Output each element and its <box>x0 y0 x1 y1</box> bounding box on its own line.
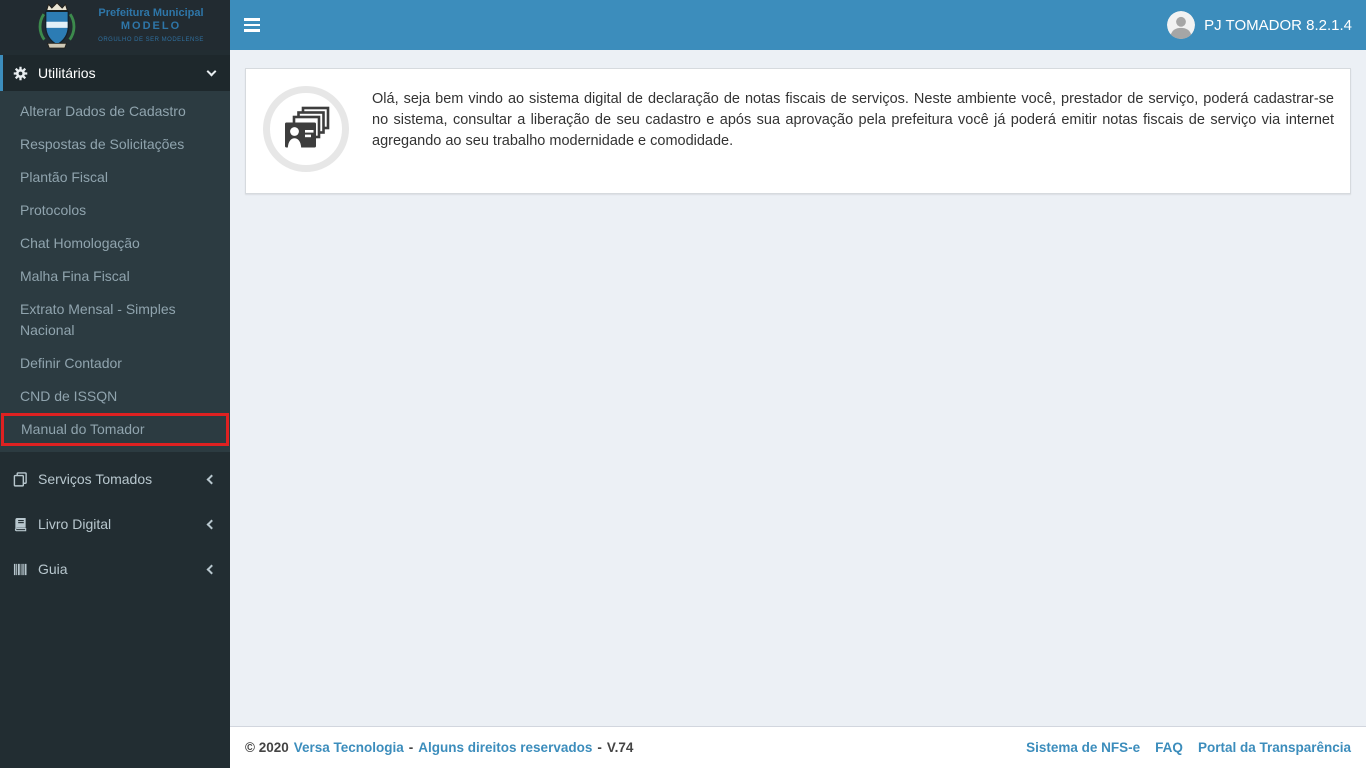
welcome-card: Olá, seja bem vindo ao sistema digital d… <box>245 68 1351 194</box>
sidebar-item-cnd-issqn[interactable]: CND de ISSQN <box>0 380 230 413</box>
utilitarios-submenu: Alterar Dados de Cadastro Respostas de S… <box>0 91 230 452</box>
sidebar-toggle-button[interactable] <box>230 0 275 50</box>
sidebar-item-extrato-mensal[interactable]: Extrato Mensal - Simples Nacional <box>0 293 230 347</box>
sidebar-item-manual-tomador[interactable]: Manual do Tomador <box>1 413 229 446</box>
welcome-text: Olá, seja bem vindo ao sistema digital d… <box>372 91 1334 149</box>
chevron-left-icon <box>206 564 217 574</box>
sidebar-item-plantao-fiscal[interactable]: Plantão Fiscal <box>0 161 230 194</box>
company-link[interactable]: Versa Tecnologia <box>294 740 404 755</box>
gear-icon <box>12 65 28 81</box>
sidebar: Prefeitura Municipal MODELO ORGULHO DE S… <box>0 0 230 768</box>
sidebar-item-respostas[interactable]: Respostas de Solicitações <box>0 128 230 161</box>
user-menu[interactable]: PJ TOMADOR 8.2.1.4 <box>1167 11 1352 39</box>
chevron-down-icon <box>206 66 217 76</box>
sidebar-item-chat-homologacao[interactable]: Chat Homologação <box>0 227 230 260</box>
main-content: Olá, seja bem vindo ao sistema digital d… <box>230 50 1366 726</box>
brand-text: Prefeitura Municipal MODELO ORGULHO DE S… <box>90 7 212 43</box>
sidebar-item-protocolos[interactable]: Protocolos <box>0 194 230 227</box>
avatar <box>1167 11 1196 39</box>
version-label: V.74 <box>606 740 634 755</box>
rights-link[interactable]: Alguns direitos reservados <box>418 740 592 755</box>
topbar: PJ TOMADOR 8.2.1.4 <box>230 0 1366 50</box>
chevron-left-icon <box>206 474 217 484</box>
brand-title: Prefeitura Municipal <box>98 7 204 19</box>
sidebar-menu: Utilitários Alterar Dados de Cadastro Re… <box>0 55 230 587</box>
hamburger-icon <box>244 18 260 21</box>
brand-subtitle: MODELO <box>120 20 182 32</box>
sidebar-item-alterar-dados[interactable]: Alterar Dados de Cadastro <box>0 95 230 128</box>
barcode-icon <box>12 561 28 577</box>
link-faq[interactable]: FAQ <box>1155 740 1183 755</box>
sidebar-section-servicos-tomados[interactable]: Serviços Tomados <box>0 461 230 497</box>
link-portal-transparencia[interactable]: Portal da Transparência <box>1198 740 1351 755</box>
copy-icon <box>12 471 28 487</box>
separator: - <box>408 740 414 755</box>
separator: - <box>597 740 602 755</box>
coat-of-arms-icon <box>38 1 76 48</box>
sidebar-item-malha-fina[interactable]: Malha Fina Fiscal <box>0 260 230 293</box>
footer-copyright: © 2020 Versa Tecnologia - Alguns direito… <box>245 740 633 755</box>
sidebar-section-label: Livro Digital <box>38 516 112 532</box>
book-icon <box>12 516 28 532</box>
sidebar-section-livro-digital[interactable]: Livro Digital <box>0 506 230 542</box>
sidebar-item-definir-contador[interactable]: Definir Contador <box>0 347 230 380</box>
sidebar-section-guia[interactable]: Guia <box>0 551 230 587</box>
footer-links: Sistema de NFS-e FAQ Portal da Transparê… <box>1026 740 1351 755</box>
sidebar-section-label: Guia <box>38 561 68 577</box>
contact-cards-icon <box>263 86 349 172</box>
copyright-year: © 2020 <box>245 740 289 755</box>
link-sistema-nfse[interactable]: Sistema de NFS-e <box>1026 740 1140 755</box>
user-label: PJ TOMADOR 8.2.1.4 <box>1204 16 1352 34</box>
sidebar-section-label: Utilitários <box>38 65 96 81</box>
chevron-left-icon <box>206 519 217 529</box>
sidebar-section-utilitarios[interactable]: Utilitários <box>0 55 230 91</box>
footer: © 2020 Versa Tecnologia - Alguns direito… <box>230 726 1366 768</box>
brand-logo: Prefeitura Municipal MODELO ORGULHO DE S… <box>0 0 230 50</box>
sidebar-section-label: Serviços Tomados <box>38 471 153 487</box>
app-window: Prefeitura Municipal MODELO ORGULHO DE S… <box>0 0 1366 768</box>
brand-tagline: ORGULHO DE SER MODELENSE <box>98 37 204 43</box>
